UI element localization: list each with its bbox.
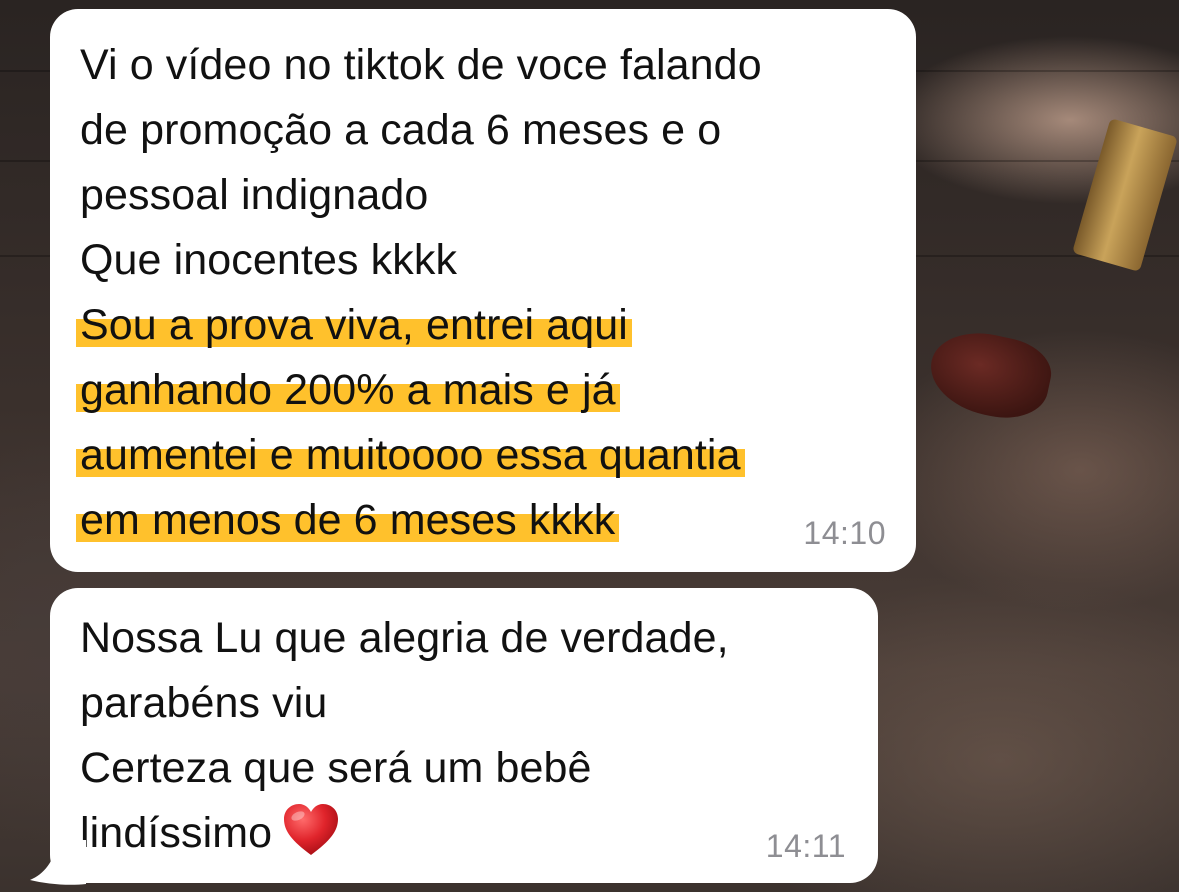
message-line: Vi o vídeo no tiktok de voce falando [80,41,762,89]
fingernail-decor [922,323,1058,427]
red-heart-icon [282,803,340,876]
highlighted-line: aumentei e muitoooo essa quantia [76,431,745,479]
highlighted-line: Sou a prova viva, entrei aqui [76,301,632,349]
message-bubble[interactable]: Nossa Lu que alegria de verdade, parabén… [50,588,878,883]
bubble-tail [30,840,86,885]
message-line: Nossa Lu que alegria de verdade, [80,614,729,662]
highlighted-line: em menos de 6 meses kkkk [76,496,620,544]
message-line: lindíssimo [80,809,273,857]
message-line: Que inocentes kkkk [80,236,458,284]
ring-decor [1072,118,1178,272]
message-line: pessoal indignado [80,171,429,219]
message-bubble[interactable]: Vi o vídeo no tiktok de voce falando de … [50,9,916,572]
message-line: Certeza que será um bebê [80,744,592,792]
message-timestamp: 14:10 [803,515,886,551]
message-line: de promoção a cada 6 meses e o [80,106,722,154]
message-timestamp: 14:11 [765,828,846,864]
highlighted-line: ganhando 200% a mais e já [76,366,620,414]
message-line: parabéns viu [80,679,328,727]
